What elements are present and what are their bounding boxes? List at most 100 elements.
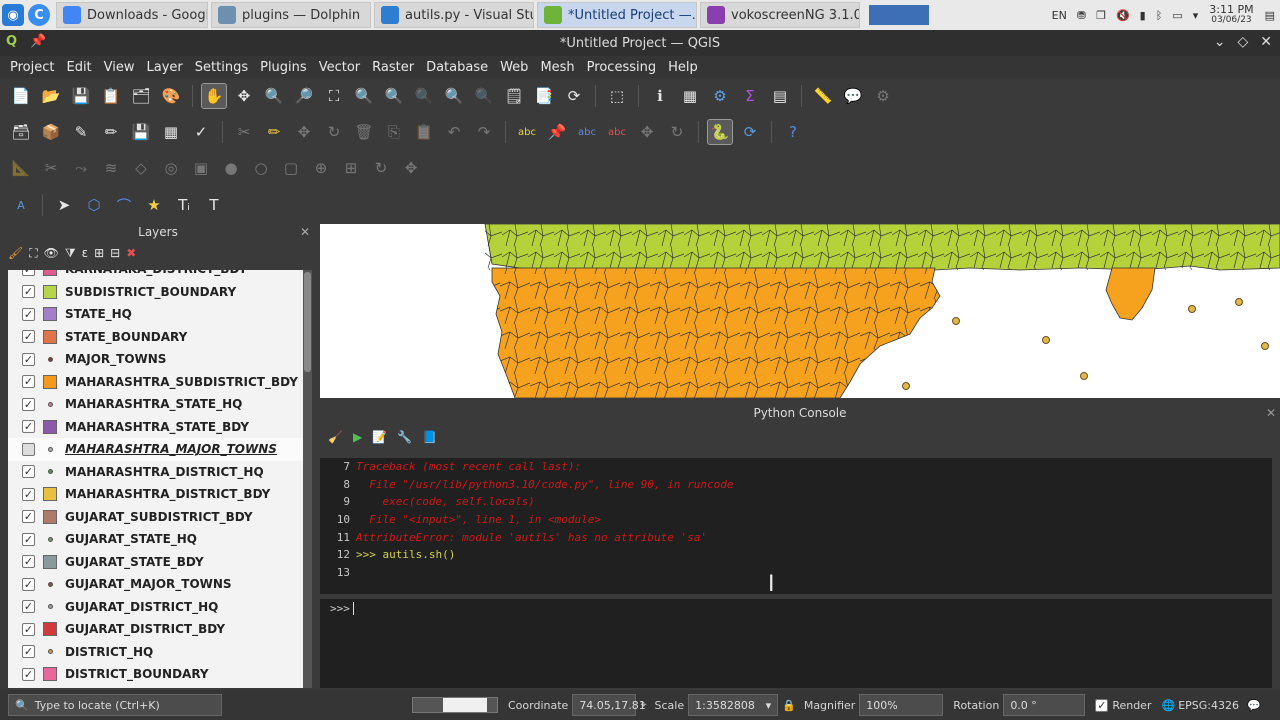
new-project-icon[interactable]: 📄	[8, 83, 34, 109]
python-console-output[interactable]: 7 Traceback (most recent call last): 8 Fil…	[320, 458, 1272, 594]
bluetooth-icon[interactable]: ᛒ	[1156, 9, 1163, 22]
magnifier-spinbox[interactable]: 100%	[859, 694, 944, 716]
expand-all-icon[interactable]: ⊞	[94, 246, 104, 260]
python-console-icon[interactable]: 🐍	[707, 119, 733, 145]
menu-layer[interactable]: Layer	[141, 60, 189, 75]
save-edits-icon[interactable]: 💾	[128, 119, 154, 145]
delete-part-icon[interactable]: ▢	[278, 155, 304, 181]
layer-row[interactable]: ✓ GUJARAT_SUBDISTRICT_BDY	[8, 506, 303, 529]
layer-visibility-checkbox[interactable]: ✓	[22, 645, 35, 659]
render-checkbox[interactable]: ✓	[1095, 698, 1109, 712]
add-ring-icon[interactable]: ◎	[158, 155, 184, 181]
show-labels-icon[interactable]: abc	[574, 119, 600, 145]
layer-visibility-checkbox[interactable]: ✓	[22, 420, 35, 434]
taskbar-task[interactable]: autils.py - Visual Stud...	[374, 2, 534, 28]
map-tips-icon[interactable]: 💬	[840, 83, 866, 109]
advanced-digitizing-icon[interactable]: 📐	[8, 155, 34, 181]
tray-expand-icon[interactable]: ▾	[1193, 9, 1199, 22]
layer-row[interactable]: ✓ GUJARAT_STATE_HQ	[8, 528, 303, 551]
pin-labels-icon[interactable]: 📌	[544, 119, 570, 145]
rotation-spinbox[interactable]: 0.0 °	[1003, 694, 1086, 716]
menu-vector[interactable]: Vector	[313, 60, 366, 75]
options-wrench-icon[interactable]: 🔧	[397, 430, 412, 444]
run-command-icon[interactable]: ▶	[353, 430, 362, 444]
delete-selected-icon[interactable]: 🗑	[351, 119, 377, 145]
layer-row[interactable]: MAHARASHTRA_MAJOR_TOWNS	[8, 438, 303, 461]
layer-visibility-checkbox[interactable]: ✓	[22, 622, 35, 636]
plugin-reloader-icon[interactable]: ⟳	[737, 119, 763, 145]
layer-row[interactable]: ✓ GUJARAT_DISTRICT_BDY	[8, 618, 303, 641]
layer-visibility-checkbox[interactable]: ✓	[22, 285, 35, 299]
layer-visibility-checkbox[interactable]: ✓	[22, 375, 35, 389]
layer-visibility-checkbox[interactable]: ✓	[22, 510, 35, 524]
temporal-controller-icon[interactable]: ⚙	[870, 83, 896, 109]
extents-toggle-icon[interactable]: ⌖	[640, 698, 646, 712]
layer-visibility-checkbox[interactable]: ✓	[22, 270, 35, 276]
layer-visibility-checkbox[interactable]: ✓	[22, 487, 35, 501]
zoom-last-icon[interactable]: 🔍	[441, 83, 467, 109]
clear-console-icon[interactable]: 🧹	[328, 430, 343, 444]
language-indicator[interactable]: EN	[1052, 9, 1067, 22]
collapse-all-icon[interactable]: ⊟	[110, 246, 120, 260]
rotate-feature-icon[interactable]: ↻	[321, 119, 347, 145]
split-features-icon[interactable]: ✂	[38, 155, 64, 181]
redo-icon[interactable]: ↷	[471, 119, 497, 145]
layer-row[interactable]: ✓ MAHARASHTRA_DISTRICT_BDY	[8, 483, 303, 506]
network-icon[interactable]: ⛃	[1077, 9, 1086, 22]
layer-row[interactable]: ✓ SUBDISTRICT_BOUNDARY	[8, 281, 303, 304]
remove-layer-icon[interactable]: ✖	[126, 246, 136, 260]
layer-row[interactable]: ✓ GUJARAT_DISTRICT_HQ	[8, 596, 303, 619]
layer-visibility-checkbox[interactable]: ✓	[22, 352, 35, 366]
layer-row[interactable]: ✓ MAJOR_TOWNS	[8, 348, 303, 371]
layer-row[interactable]: ✓ KARNATAKA_DISTRICT_BDY	[8, 270, 303, 281]
pager[interactable]	[869, 5, 929, 25]
clipboard-icon[interactable]: ❐	[1096, 9, 1106, 22]
digitize-icon[interactable]: ✎	[68, 119, 94, 145]
select-pointer-icon[interactable]: ➤	[51, 192, 77, 218]
taskbar-task[interactable]: *Untitled Project —...	[537, 2, 697, 28]
cut-icon[interactable]: ✂	[231, 119, 257, 145]
pan-icon[interactable]: ✋	[201, 83, 227, 109]
show-bookmarks-icon[interactable]: 📑	[531, 83, 557, 109]
measure-icon[interactable]: 📏	[810, 83, 836, 109]
layer-row[interactable]: ✓ MAHARASHTRA_STATE_BDY	[8, 416, 303, 439]
pin-icon[interactable]: 📌	[30, 34, 46, 49]
help-icon[interactable]: ?	[780, 119, 806, 145]
pencil-icon[interactable]: ✏	[261, 119, 287, 145]
zoom-in-icon[interactable]: 🔍	[261, 83, 287, 109]
simplify-icon[interactable]: ◇	[128, 155, 154, 181]
identify-features-icon[interactable]: ℹ	[647, 83, 673, 109]
menu-plugins[interactable]: Plugins	[254, 60, 313, 75]
app-launcher-icon[interactable]: ◉	[2, 4, 24, 26]
marker-star-icon[interactable]: ★	[141, 192, 167, 218]
lock-scale-icon[interactable]: 🔒	[782, 699, 796, 712]
layer-visibility-checkbox[interactable]: ✓	[22, 397, 35, 411]
coordinate-field[interactable]: 74.05,17.81	[572, 694, 646, 716]
statistics-sigma-icon[interactable]: Σ	[737, 83, 763, 109]
layer-visibility-checkbox[interactable]: ✓	[22, 307, 35, 321]
polygon-annotation-icon[interactable]: ⬡	[81, 192, 107, 218]
styling-icon[interactable]: 🖌	[8, 246, 23, 260]
menu-web[interactable]: Web	[494, 60, 534, 75]
taskbar-task[interactable]: vokoscreenNG 3.1.0	[700, 2, 860, 28]
close-icon[interactable]: ✕	[1260, 34, 1272, 50]
layer-row[interactable]: ✓ MAHARASHTRA_STATE_HQ	[8, 393, 303, 416]
data-source-manager-icon[interactable]: 🗃	[8, 119, 34, 145]
move-label-icon[interactable]: ✥	[634, 119, 660, 145]
layer-row[interactable]: ✓ STATE_BOUNDARY	[8, 326, 303, 349]
menu-database[interactable]: Database	[420, 60, 494, 75]
menu-settings[interactable]: Settings	[189, 60, 254, 75]
style-manager-icon[interactable]: 🎨	[158, 83, 184, 109]
label-tool-icon[interactable]: abc	[514, 119, 540, 145]
layer-visibility-checkbox[interactable]: ✓	[22, 532, 35, 546]
crs-globe-icon[interactable]: 🌐	[1161, 699, 1175, 712]
messages-icon[interactable]: 💬	[1247, 699, 1261, 712]
mute-icon[interactable]: 🔇	[1116, 9, 1130, 22]
zoom-next-icon[interactable]: 🔍	[471, 83, 497, 109]
layer-row[interactable]: ✓ STATE_HQ	[8, 303, 303, 326]
line-annotation-icon[interactable]: ⌒	[111, 192, 137, 218]
offset-point-icon[interactable]: ✥	[398, 155, 424, 181]
menu-view[interactable]: View	[98, 60, 141, 75]
layer-visibility-checkbox[interactable]: ✓	[22, 465, 35, 479]
battery-icon[interactable]: ▮	[1140, 9, 1146, 22]
